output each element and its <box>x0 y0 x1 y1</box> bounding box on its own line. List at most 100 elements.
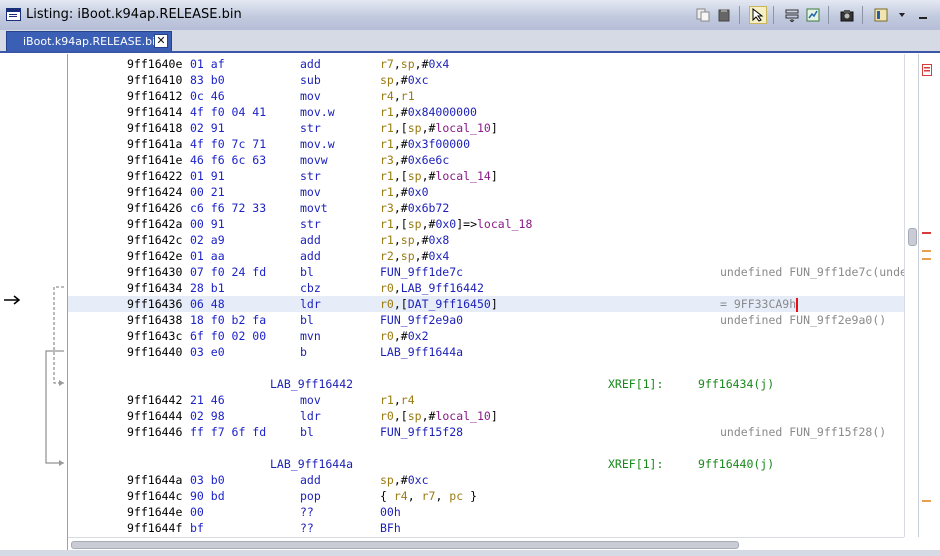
instruction-bytes[interactable]: 03 b0 <box>190 472 225 488</box>
address[interactable]: 9ff16438 <box>127 312 182 328</box>
instruction-bytes[interactable]: 83 b0 <box>190 72 225 88</box>
instruction-row[interactable]: 9ff16438 18 f0 b2 fa bl FUN_9ff2e9a0 undefin… <box>68 312 904 328</box>
operands[interactable]: r1,#0x0 <box>380 184 429 200</box>
menu-dropdown-icon[interactable] <box>893 6 911 24</box>
instruction-row[interactable]: 9ff1640e 01 af add r7,sp,#0x4 <box>68 56 904 72</box>
mnemonic[interactable]: bl <box>300 424 314 440</box>
copy-icon[interactable] <box>694 6 712 24</box>
listing-view[interactable]: 9ff1640e 01 af add r7,sp,#0x4 9ff16410 83 b0 s… <box>68 54 904 537</box>
address[interactable]: 9ff16412 <box>127 88 182 104</box>
address[interactable]: 9ff16440 <box>127 344 182 360</box>
instruction-row[interactable]: 9ff1642e 01 aa add r2,sp,#0x4 <box>68 248 904 264</box>
operand-loc[interactable]: local_14 <box>435 169 490 183</box>
mnemonic[interactable]: add <box>300 472 321 488</box>
operands[interactable]: r3,#0x6e6c <box>380 152 449 168</box>
instruction-bytes[interactable]: 00 21 <box>190 184 225 200</box>
operands[interactable]: { r4, r7, pc } <box>380 488 477 504</box>
vertical-scroll-thumb[interactable] <box>908 228 917 246</box>
instruction-row[interactable]: 9ff16430 07 f0 24 fd bl FUN_9ff1de7c undefin… <box>68 264 904 280</box>
instruction-row[interactable]: 9ff16426 c6 f6 72 33 movt r3,#0x6b72 <box>68 200 904 216</box>
label-row[interactable]: LAB_9ff16442 XREF[1]: 9ff16434(j) <box>68 376 904 392</box>
operand-fun[interactable]: LAB_9ff1644a <box>380 345 463 359</box>
mnemonic[interactable]: str <box>300 120 321 136</box>
instruction-row[interactable]: 9ff1644c 90 bd pop { r4, r7, pc } <box>68 488 904 504</box>
operands[interactable]: 00h <box>380 504 401 520</box>
operands[interactable]: FUN_9ff15f28 <box>380 424 463 440</box>
operands[interactable]: r1,[sp,#local_10] <box>380 120 498 136</box>
operands[interactable]: r4,r1 <box>380 88 415 104</box>
operand-loc[interactable]: local_10 <box>435 409 490 423</box>
operands[interactable]: r1,[sp,#local_14] <box>380 168 498 184</box>
operands[interactable]: r0,#0x2 <box>380 328 429 344</box>
mnemonic[interactable]: movw <box>300 152 328 168</box>
label-row[interactable]: LAB_9ff1644a XREF[1]: 9ff16440(j) <box>68 456 904 472</box>
minimize-icon[interactable] <box>914 6 932 24</box>
operands[interactable]: sp,#0xc <box>380 472 429 488</box>
tab-iboot-listing[interactable]: iBoot.k94ap.RELEASE.bin ✕ <box>6 31 172 51</box>
mnemonic[interactable]: mov <box>300 392 321 408</box>
field-layout-icon[interactable] <box>783 6 801 24</box>
operands[interactable]: r1,r4 <box>380 392 415 408</box>
operands[interactable]: r2,sp,#0x4 <box>380 248 449 264</box>
instruction-row[interactable]: 9ff1642a 00 91 str r1,[sp,#0x0]=>local_18 <box>68 216 904 232</box>
address[interactable]: 9ff1643c <box>127 328 182 344</box>
marker-red[interactable] <box>922 232 931 234</box>
instruction-row[interactable]: 9ff1644a 03 b0 add sp,#0xc <box>68 472 904 488</box>
instruction-bytes[interactable]: 01 af <box>190 56 225 72</box>
address[interactable]: 9ff1644c <box>127 488 182 504</box>
mnemonic[interactable]: add <box>300 56 321 72</box>
instruction-row[interactable]: 9ff1644e 00?? 00h <box>68 504 904 520</box>
marker-orange[interactable] <box>922 250 931 252</box>
mnemonic[interactable]: add <box>300 232 321 248</box>
instruction-row[interactable]: 9ff16424 00 21 mov r1,#0x0 <box>68 184 904 200</box>
operands[interactable]: r3,#0x6b72 <box>380 200 449 216</box>
address[interactable]: 9ff16424 <box>127 184 182 200</box>
vertical-scrollbar[interactable] <box>904 54 919 537</box>
instruction-bytes[interactable]: 4f f0 7c 71 <box>190 136 266 152</box>
instruction-bytes[interactable]: 01 aa <box>190 248 225 264</box>
operands[interactable]: BFh <box>380 520 401 536</box>
operands[interactable]: r0,LAB_9ff16442 <box>380 280 484 296</box>
instruction-bytes[interactable]: 07 f0 24 fd <box>190 264 266 280</box>
instruction-bytes[interactable]: 46 f6 6c 63 <box>190 152 266 168</box>
address[interactable]: 9ff16422 <box>127 168 182 184</box>
instruction-bytes[interactable]: c6 f6 72 33 <box>190 200 266 216</box>
address[interactable]: 9ff16434 <box>127 280 182 296</box>
instruction-row[interactable]: 9ff16434 28 b1 cbz r0,LAB_9ff16442 <box>68 280 904 296</box>
horizontal-scrollbar[interactable] <box>68 537 904 551</box>
instruction-row[interactable]: 9ff16414 4f f0 04 41 mov.w r1,#0x84000000 <box>68 104 904 120</box>
instruction-row[interactable]: 9ff1644f bf?? BFh <box>68 520 904 536</box>
instruction-bytes[interactable]: 90 bd <box>190 488 225 504</box>
mnemonic[interactable]: mov <box>300 88 321 104</box>
address[interactable]: 9ff16430 <box>127 264 182 280</box>
marker-orange[interactable] <box>922 500 931 502</box>
operands[interactable]: FUN_9ff1de7c <box>380 264 463 280</box>
mnemonic[interactable]: str <box>300 216 321 232</box>
mnemonic[interactable]: cbz <box>300 280 321 296</box>
instruction-bytes[interactable]: 01 91 <box>190 168 225 184</box>
instruction-row[interactable]: 9ff16444 02 98 ldr r0,[sp,#local_10] <box>68 408 904 424</box>
address[interactable]: 9ff1644e <box>127 504 182 520</box>
operands[interactable]: r0,[sp,#local_10] <box>380 408 498 424</box>
instruction-bytes[interactable]: 02 91 <box>190 120 225 136</box>
mnemonic[interactable]: bl <box>300 312 314 328</box>
operands[interactable]: r7,sp,#0x4 <box>380 56 449 72</box>
marker-margin[interactable] <box>918 54 939 537</box>
address[interactable]: 9ff1644f <box>127 520 182 536</box>
address[interactable]: 9ff1642e <box>127 248 182 264</box>
mnemonic[interactable]: str <box>300 168 321 184</box>
address[interactable]: 9ff1640e <box>127 56 182 72</box>
snapshot-icon[interactable] <box>838 6 856 24</box>
address[interactable]: 9ff1642a <box>127 216 182 232</box>
instruction-row[interactable]: 9ff1642c 02 a9 add r1,sp,#0x8 <box>68 232 904 248</box>
mnemonic[interactable]: ?? <box>300 520 314 536</box>
operands[interactable]: r1,[sp,#0x0]=>local_18 <box>380 216 532 232</box>
operands[interactable]: r0,[DAT_9ff16450] <box>380 296 498 312</box>
address[interactable]: 9ff16426 <box>127 200 182 216</box>
instruction-row[interactable]: 9ff16422 01 91 str r1,[sp,#local_14] <box>68 168 904 184</box>
instruction-bytes[interactable]: 02 a9 <box>190 232 225 248</box>
code-label[interactable]: LAB_9ff16442 <box>270 376 353 392</box>
mnemonic[interactable]: ldr <box>300 408 321 424</box>
mnemonic[interactable]: mov <box>300 184 321 200</box>
operand-fun[interactable]: FUN_9ff15f28 <box>380 425 463 439</box>
